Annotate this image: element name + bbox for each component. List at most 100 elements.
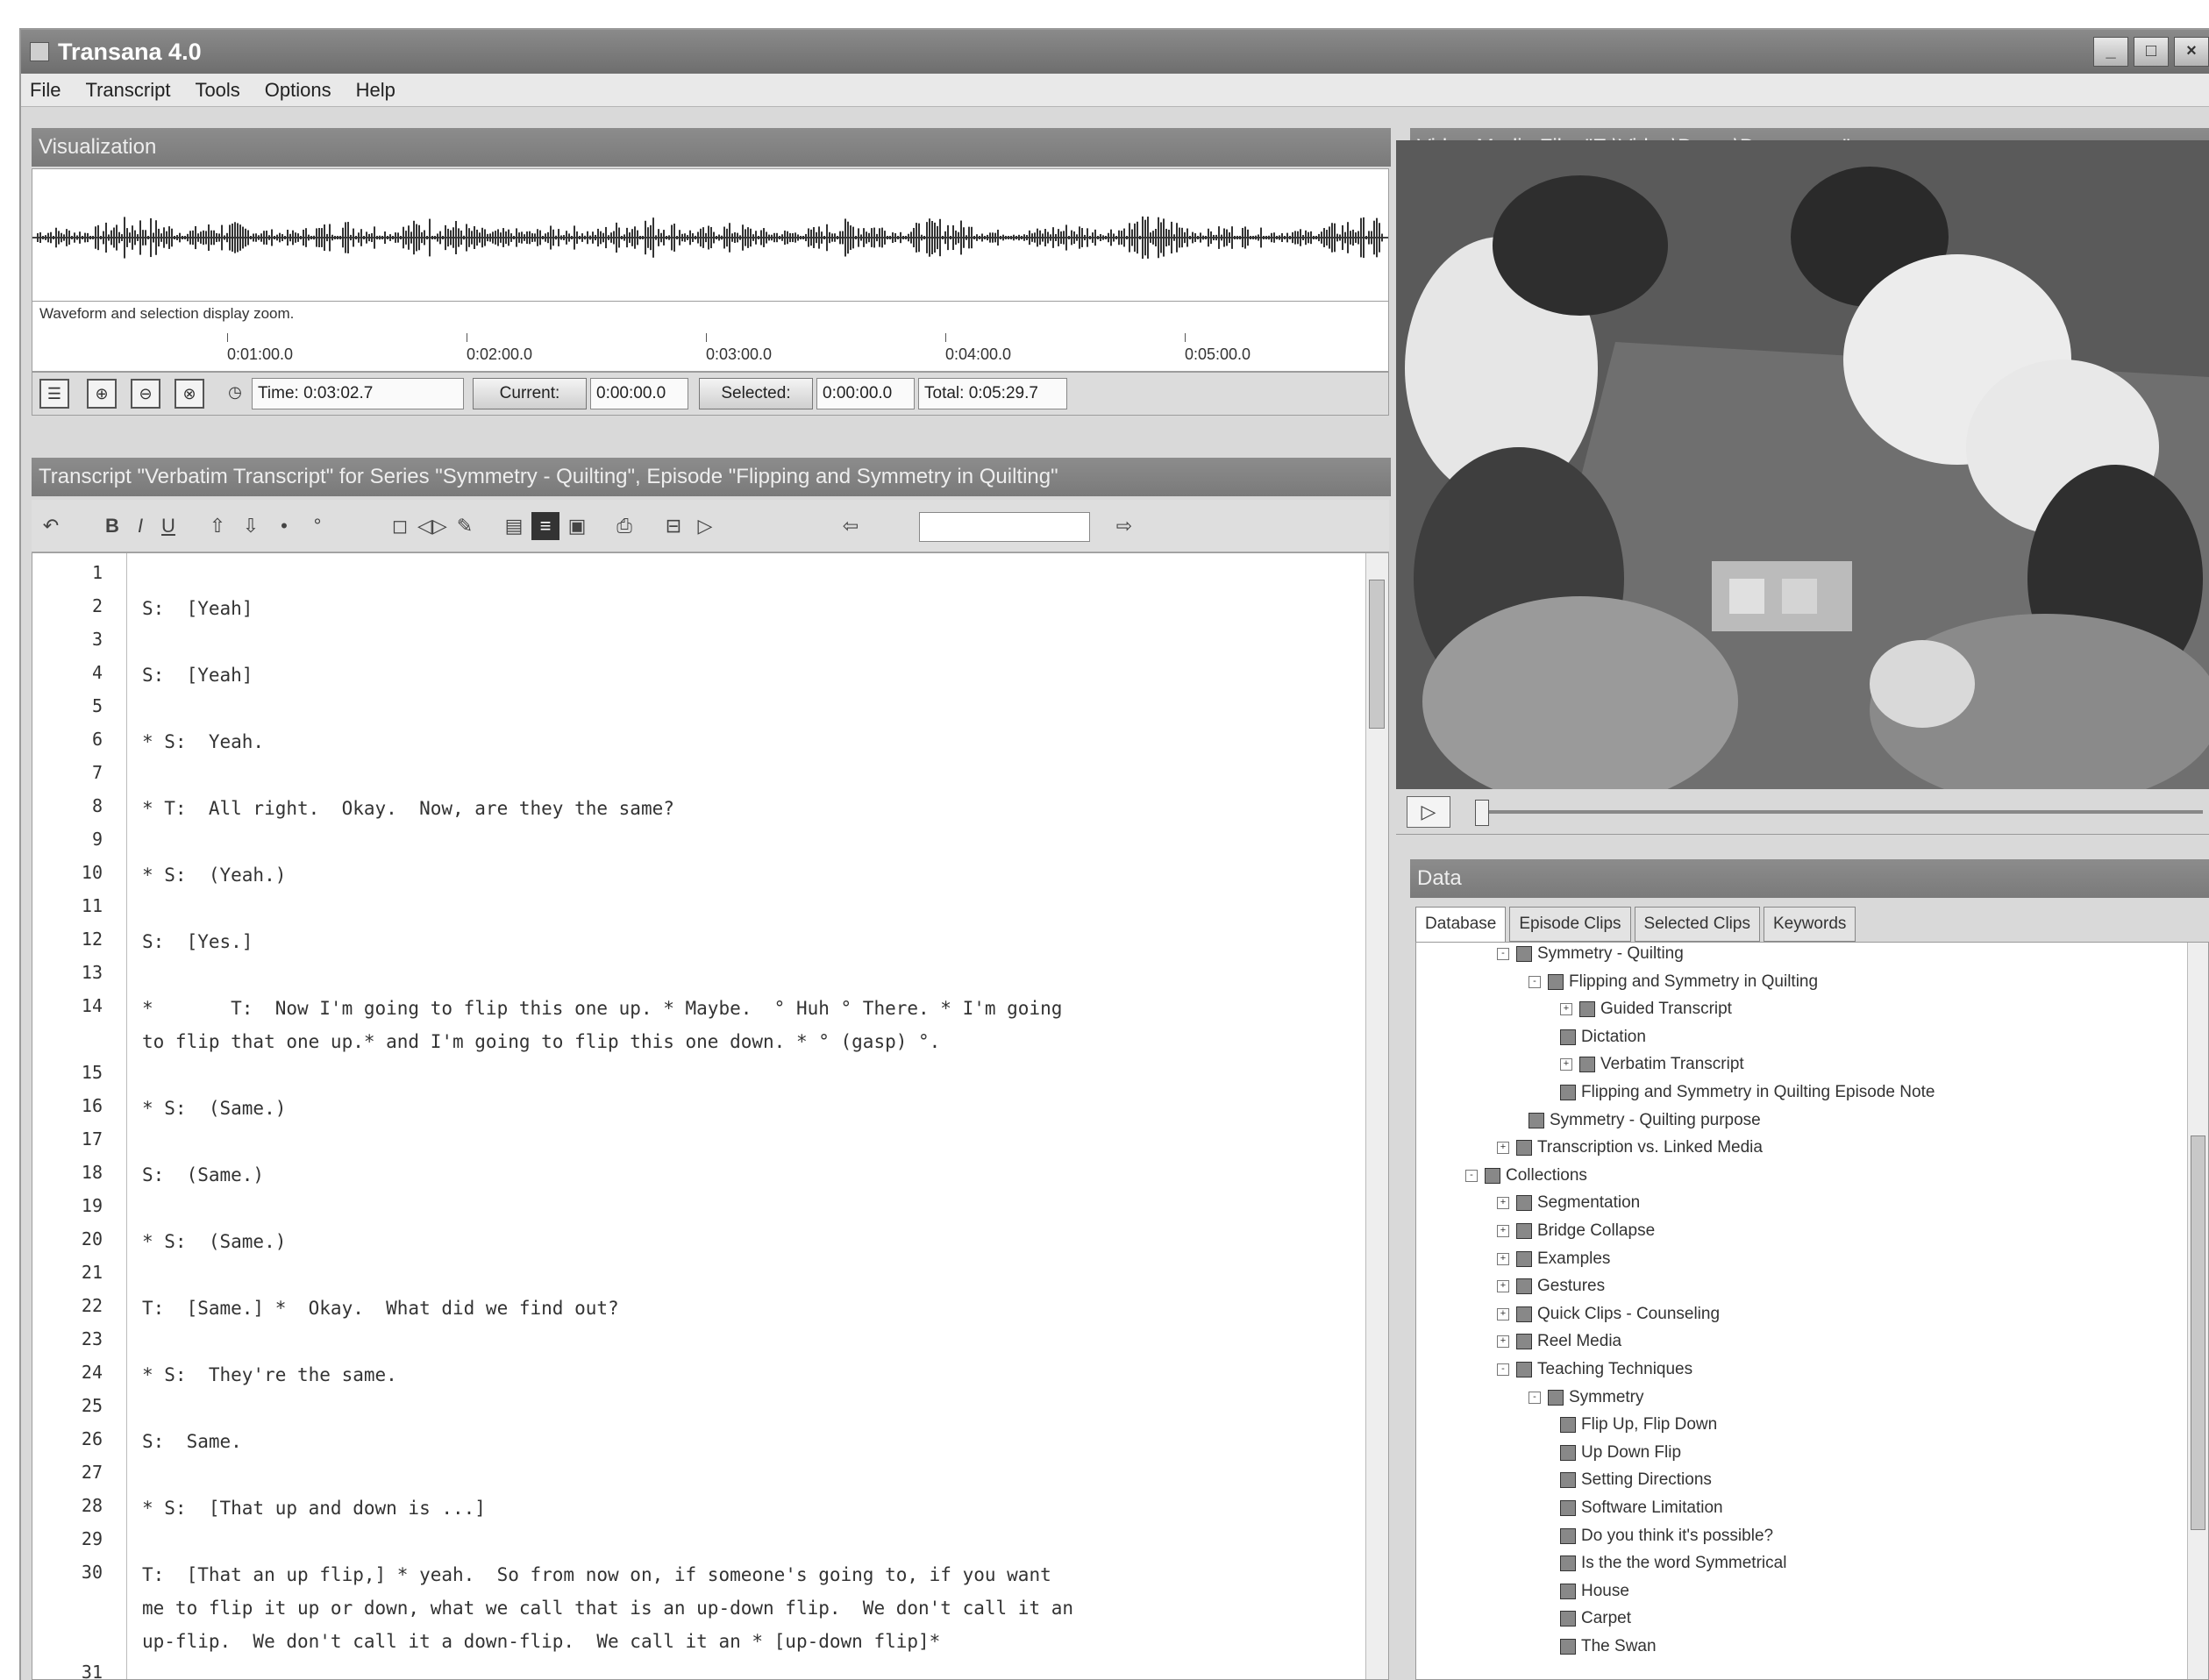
transcript-line[interactable]: T: [Same.] * Okay. What did we find out? [142,1292,1352,1325]
maximize-button[interactable]: □ [2134,37,2169,67]
tree-node[interactable]: + Gestures [1497,1273,1605,1299]
play-button[interactable]: ▷ [1407,796,1450,828]
search-input[interactable] [919,512,1090,542]
properties-icon[interactable]: ▤ [500,512,528,540]
expand-icon[interactable]: + [1560,1058,1572,1071]
tree-scrollbar[interactable] [2187,943,2208,1679]
underline-icon[interactable]: U [154,512,182,540]
tab-selected-clips[interactable]: Selected Clips [1634,907,1760,942]
transcript-line[interactable]: * S: (Same.) [142,1092,1352,1125]
video-position-slider[interactable] [1484,810,2203,814]
edit-mode-icon[interactable]: ✎ [451,512,479,540]
transcript-line[interactable]: S: (Same.) [142,1158,1352,1192]
expand-icon[interactable]: + [1497,1280,1509,1293]
expand-icon[interactable]: + [1497,1252,1509,1265]
tree-node[interactable]: - Collections [1465,1163,1587,1189]
transcript-line[interactable]: * S: They're the same. [142,1358,1352,1392]
tree-node[interactable]: + Examples [1497,1246,1610,1272]
transcript-line[interactable]: * S: (Same.) [142,1225,1352,1258]
zoom-in-icon[interactable]: ⊕ [87,379,117,409]
tree-scrollbar-thumb[interactable] [2191,1135,2205,1530]
search-back-icon[interactable]: ⇦ [837,512,865,540]
tree-node[interactable]: Dictation [1560,1024,1646,1050]
save-icon[interactable]: ▣ [563,512,591,540]
transcript-scrollbar[interactable] [1365,553,1388,1679]
tree-node[interactable]: Flip Up, Flip Down [1560,1412,1717,1438]
tree-node[interactable]: The Swan [1560,1634,1657,1660]
transcript-line[interactable]: * S: [That up and down is ...] [142,1491,1352,1525]
falling-intonation-icon[interactable]: ⇩ [237,512,265,540]
tab-keywords[interactable]: Keywords [1763,907,1856,942]
transcript-line[interactable]: T: [That an up flip,] * yeah. So from no… [142,1558,1352,1658]
transcript-line[interactable]: * S: (Yeah.) [142,858,1352,892]
tree-node[interactable]: Carpet [1560,1605,1631,1632]
expand-icon[interactable]: + [1497,1224,1509,1237]
filter-icon[interactable]: ☰ [39,379,69,409]
close-button[interactable]: × [2174,37,2209,67]
audible-breath-icon[interactable]: • [270,512,298,540]
tree-node[interactable]: House [1560,1578,1629,1605]
tree-node[interactable]: - Teaching Techniques [1497,1356,1692,1383]
timeline[interactable]: Waveform and selection display zoom. 0:0… [32,302,1389,372]
tab-database[interactable]: Database [1415,907,1507,942]
tree-node[interactable]: Symmetry - Quilting purpose [1528,1107,1761,1134]
collapse-icon[interactable]: - [1497,1363,1509,1376]
tree-node[interactable]: Do you think it's possible? [1560,1523,1773,1549]
transcript-line[interactable]: * T: Now I'm going to flip this one up. … [142,992,1352,1058]
expand-icon[interactable]: + [1497,1307,1509,1321]
current-button[interactable]: Current: [473,378,587,409]
split-view-icon[interactable]: ⊟ [659,512,688,540]
tree-node[interactable]: Setting Directions [1560,1467,1712,1493]
collapse-icon[interactable]: - [1528,1391,1541,1404]
tree-node[interactable]: Up Down Flip [1560,1440,1681,1466]
minimize-button[interactable]: _ [2093,37,2128,67]
tree-node[interactable]: + Guided Transcript [1560,996,1732,1022]
play-icon[interactable]: ▷ [691,512,719,540]
expand-icon[interactable]: + [1497,1142,1509,1155]
video-frame[interactable] [1396,140,2209,789]
transcript-line[interactable]: S: Same. [142,1425,1352,1458]
collapse-icon[interactable]: - [1465,1169,1478,1182]
tree-node[interactable]: - Flipping and Symmetry in Quilting [1528,969,1818,995]
tree-node[interactable]: + Transcription vs. Linked Media [1497,1135,1763,1161]
scrollbar-thumb[interactable] [1369,580,1385,729]
tree-node[interactable]: - Symmetry - Quilting [1497,943,1684,967]
whisper-icon[interactable]: ° [303,512,331,540]
menu-file[interactable]: File [30,74,61,106]
collapse-icon[interactable]: - [1528,975,1541,988]
zoom-all-icon[interactable]: ⊗ [175,379,204,409]
tree-node[interactable]: Is the the word Symmetrical [1560,1550,1786,1577]
transcript-line[interactable]: * S: Yeah. [142,725,1352,758]
tree-node[interactable]: Software Limitation [1560,1495,1723,1521]
bold-icon[interactable]: B [98,512,126,540]
tree-node[interactable]: + Bridge Collapse [1497,1218,1655,1244]
expand-icon[interactable]: + [1497,1197,1509,1210]
undo-icon[interactable]: ↶ [37,512,65,540]
search-forward-icon[interactable]: ⇨ [1110,512,1138,540]
toggle-timecodes-icon[interactable]: ◁▷ [417,512,447,540]
tree-node[interactable]: + Segmentation [1497,1190,1640,1216]
tree-node[interactable]: - Symmetry [1528,1385,1644,1411]
video-slider-thumb[interactable] [1475,800,1489,826]
rising-intonation-icon[interactable]: ⇧ [203,512,232,540]
transcript-line[interactable]: * T: All right. Okay. Now, are they the … [142,792,1352,825]
transcript-line[interactable]: S: [Yeah] [142,658,1352,692]
transcript-line[interactable]: S: [Yeah] [142,592,1352,625]
menu-transcript[interactable]: Transcript [85,74,170,106]
timecode-icon[interactable]: ◻ [386,512,414,540]
menu-options[interactable]: Options [265,74,331,106]
expand-icon[interactable]: + [1497,1335,1509,1349]
show-timecodes-icon[interactable]: ≡ [531,512,559,540]
tree-node[interactable]: + Quick Clips - Counseling [1497,1301,1720,1328]
database-tree[interactable]: - Symmetry - Quilting - Flipping and Symmet… [1415,942,2209,1680]
menu-help[interactable]: Help [356,74,395,106]
expand-icon[interactable]: + [1560,1003,1572,1016]
collapse-icon[interactable]: - [1497,947,1509,960]
italic-icon[interactable]: I [126,512,154,540]
menu-tools[interactable]: Tools [195,74,239,106]
transcript-editor[interactable]: 1 2 S: [Yeah] 3 4 S: [Yeah] 5 6 * S: Yeah. 7 8 * T:… [32,552,1389,1680]
waveform-display[interactable] [32,168,1389,302]
tree-node[interactable]: Flipping and Symmetry in Quilting Episod… [1560,1079,1935,1106]
transcript-line[interactable]: S: [Yes.] [142,925,1352,958]
tree-node[interactable]: + Verbatim Transcript [1560,1051,1744,1078]
